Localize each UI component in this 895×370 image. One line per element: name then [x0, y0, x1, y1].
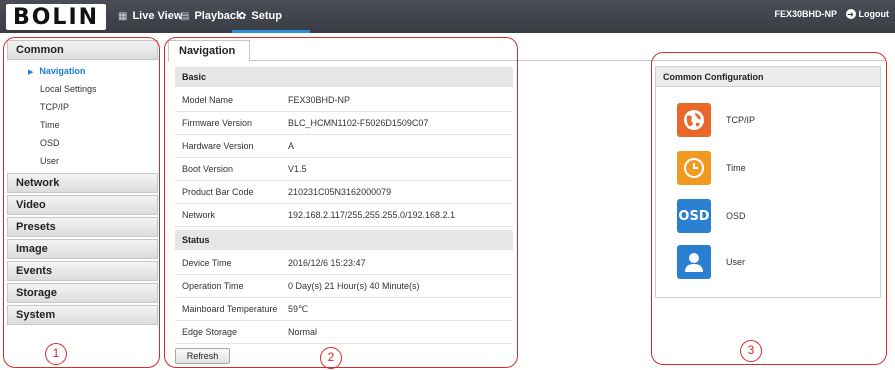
nav-setup[interactable]: ✿ Setup — [238, 10, 282, 22]
nav-setup-label: Setup — [251, 10, 282, 22]
annotation-box-1 — [3, 37, 160, 368]
playback-icon: ▤ — [180, 10, 190, 22]
annotation-number-2: 2 — [320, 347, 342, 369]
annotation-box-2 — [164, 37, 518, 368]
logout-icon: ➜ — [845, 9, 856, 19]
device-name: FEX30BHD-NP — [774, 9, 837, 19]
nav-playback[interactable]: ▤ Playback — [180, 10, 242, 22]
nav-live-view-label: Live View — [132, 10, 183, 22]
top-bar: BOLIN ▦ Live View ▤ Playback ✿ Setup FEX… — [0, 0, 895, 33]
logout-label: Logout — [858, 9, 890, 19]
gear-icon: ✿ — [238, 10, 247, 22]
logout-button[interactable]: ➜ Logout — [845, 9, 890, 19]
active-nav-indicator — [232, 30, 310, 33]
annotation-number-1: 1 — [45, 343, 67, 365]
annotation-number-3: 3 — [740, 340, 762, 362]
live-view-icon: ▦ — [118, 10, 128, 22]
annotation-box-3 — [651, 52, 887, 365]
nav-live-view[interactable]: ▦ Live View — [118, 10, 182, 22]
nav-playback-label: Playback — [194, 10, 243, 22]
logo: BOLIN — [6, 4, 106, 30]
